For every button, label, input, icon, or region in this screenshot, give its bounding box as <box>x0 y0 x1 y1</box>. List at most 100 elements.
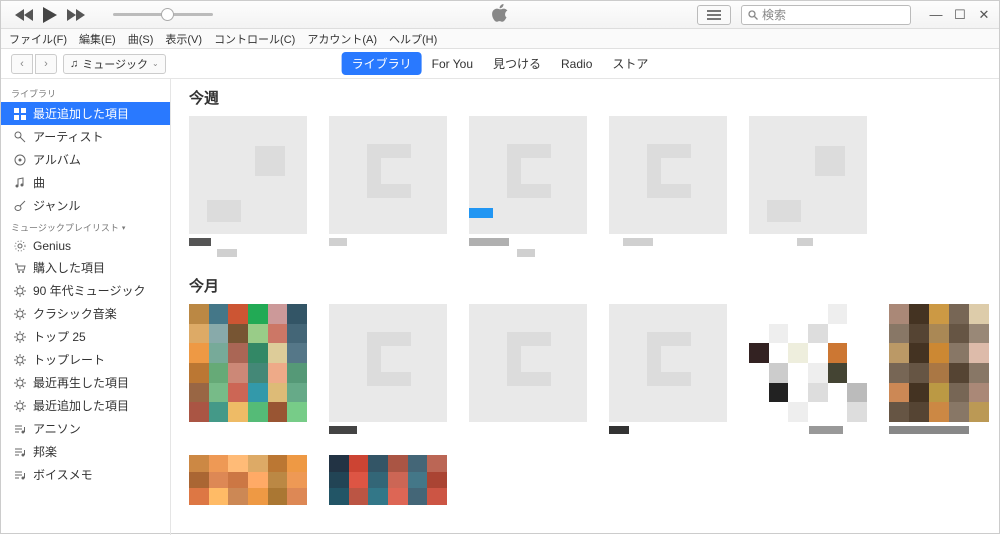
album-card[interactable] <box>609 304 727 437</box>
tab-library[interactable]: ライブラリ <box>342 52 422 75</box>
gear-icon <box>13 399 27 413</box>
maximize-button[interactable]: ☐ <box>951 6 969 24</box>
album-card[interactable] <box>189 116 307 257</box>
tab-browse[interactable]: 見つける <box>483 52 551 75</box>
album-card[interactable] <box>749 116 867 257</box>
sidebar-item-classical[interactable]: クラシック音楽 <box>1 302 170 325</box>
album-artist-redacted <box>517 249 535 257</box>
playback-controls <box>1 7 213 23</box>
sidebar-label: 最近再生した項目 <box>33 374 129 391</box>
menu-controls[interactable]: コントロール(C) <box>210 30 299 48</box>
album-art-placeholder <box>609 116 727 234</box>
sidebar-item-purchased[interactable]: 購入した項目 <box>1 256 170 279</box>
playlist-icon <box>13 468 27 482</box>
album-card[interactable] <box>329 455 447 505</box>
main-content[interactable]: 今週 今月 <box>171 79 999 535</box>
menu-file[interactable]: ファイル(F) <box>5 30 71 48</box>
sidebar-item-toprated[interactable]: トップレート <box>1 348 170 371</box>
tab-store[interactable]: ストア <box>602 52 658 75</box>
sidebar-label: 最近追加した項目 <box>33 397 129 414</box>
play-button[interactable] <box>43 7 57 23</box>
album-title-redacted <box>797 238 813 246</box>
close-button[interactable]: ✕ <box>975 6 993 24</box>
section-title-week: 今週 <box>189 87 999 108</box>
search-input[interactable]: 検索 <box>741 5 911 25</box>
sidebar-item-artists[interactable]: アーティスト <box>1 125 170 148</box>
sidebar-item-hougaku[interactable]: 邦楽 <box>1 440 170 463</box>
sidebar-label: アーティスト <box>33 128 104 145</box>
media-type-select[interactable]: ♫ ミュージック ⌄ <box>63 54 166 74</box>
menu-song[interactable]: 曲(S) <box>124 30 158 48</box>
album-card[interactable] <box>329 116 447 257</box>
album-art-mosaic <box>329 455 447 505</box>
note-icon <box>13 176 27 190</box>
window-buttons: — ☐ ✕ <box>927 6 993 24</box>
album-card[interactable] <box>609 116 727 257</box>
sidebar-label: クラシック音楽 <box>33 305 117 322</box>
sidebar-header-playlists[interactable]: ミュージックプレイリスト▾ <box>1 217 170 236</box>
gear-icon <box>13 376 27 390</box>
sidebar-item-anison[interactable]: アニソン <box>1 417 170 440</box>
sidebar-item-songs[interactable]: 曲 <box>1 171 170 194</box>
tab-for-you[interactable]: For You <box>422 54 483 74</box>
titlebar: 検索 — ☐ ✕ <box>1 1 999 29</box>
gear-icon <box>13 330 27 344</box>
album-art-placeholder <box>329 304 447 422</box>
album-card[interactable] <box>469 304 587 437</box>
menu-view[interactable]: 表示(V) <box>161 30 206 48</box>
sidebar-item-top25[interactable]: トップ 25 <box>1 325 170 348</box>
album-card[interactable] <box>889 304 989 437</box>
guitar-icon <box>13 199 27 213</box>
volume-slider[interactable] <box>113 13 213 16</box>
center-tabs: ライブラリ For You 見つける Radio ストア <box>342 52 659 75</box>
prev-track-button[interactable] <box>15 9 33 21</box>
sidebar-item-albums[interactable]: アルバム <box>1 148 170 171</box>
titlebar-right: 検索 — ☐ ✕ <box>697 5 999 25</box>
volume-knob[interactable] <box>161 8 174 21</box>
sidebar-label: アニソン <box>33 420 81 437</box>
sidebar-label: ジャンル <box>33 197 80 214</box>
sidebar-item-genius[interactable]: Genius <box>1 236 170 256</box>
album-title-redacted <box>609 426 629 434</box>
sidebar-item-recently-added[interactable]: 最近追加した項目 <box>1 102 170 125</box>
grid-icon <box>13 107 27 121</box>
menu-edit[interactable]: 編集(E) <box>75 30 120 48</box>
apple-logo-icon <box>492 4 508 25</box>
next-track-button[interactable] <box>67 9 85 21</box>
tab-radio[interactable]: Radio <box>551 54 602 74</box>
chevron-updown-icon: ⌄ <box>152 59 159 68</box>
album-title-redacted <box>469 238 509 246</box>
album-art-mosaic <box>189 455 307 505</box>
sidebar-item-genres[interactable]: ジャンル <box>1 194 170 217</box>
album-card[interactable] <box>189 304 307 437</box>
sidebar-label: トップ 25 <box>33 328 86 345</box>
minimize-button[interactable]: — <box>927 6 945 24</box>
back-button[interactable]: ‹ <box>11 54 33 74</box>
album-card[interactable] <box>329 304 447 437</box>
sidebar-label: 90 年代ミュージック <box>33 282 145 299</box>
gear-icon <box>13 284 27 298</box>
sidebar-label: アルバム <box>33 151 81 168</box>
sidebar-label: ボイスメモ <box>33 466 93 483</box>
forward-button[interactable]: › <box>35 54 57 74</box>
sidebar-label: 最近追加した項目 <box>33 105 129 122</box>
menu-help[interactable]: ヘルプ(H) <box>385 30 441 48</box>
sidebar: ライブラリ 最近追加した項目 アーティスト アルバム 曲 ジャンル ミュージック… <box>1 79 171 535</box>
album-card[interactable] <box>189 455 307 505</box>
list-view-button[interactable] <box>697 5 731 25</box>
sidebar-item-recently-played[interactable]: 最近再生した項目 <box>1 371 170 394</box>
sidebar-item-90s[interactable]: 90 年代ミュージック <box>1 279 170 302</box>
gear-icon <box>13 307 27 321</box>
playlist-icon <box>13 445 27 459</box>
sidebar-item-voicememo[interactable]: ボイスメモ <box>1 463 170 486</box>
album-title-redacted <box>189 238 211 246</box>
album-art-placeholder <box>749 116 867 234</box>
album-title-redacted <box>889 426 969 434</box>
album-card[interactable] <box>749 304 867 437</box>
album-art-placeholder <box>469 304 587 422</box>
sidebar-label: 購入した項目 <box>33 259 105 276</box>
album-row-month-2 <box>189 455 999 505</box>
menu-account[interactable]: アカウント(A) <box>303 30 381 48</box>
album-card[interactable] <box>469 116 587 257</box>
sidebar-item-recently-added-pl[interactable]: 最近追加した項目 <box>1 394 170 417</box>
